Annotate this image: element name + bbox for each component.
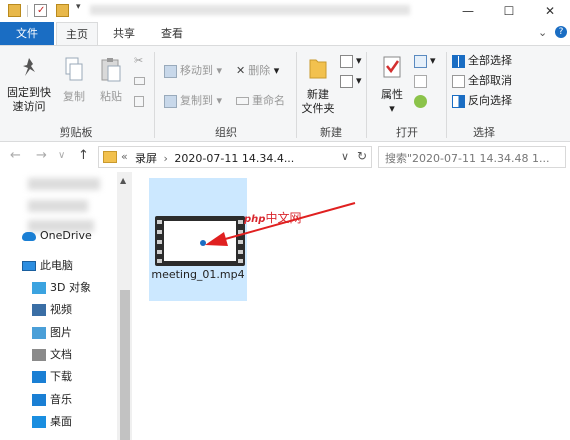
red-arrow-annotation xyxy=(205,202,356,246)
